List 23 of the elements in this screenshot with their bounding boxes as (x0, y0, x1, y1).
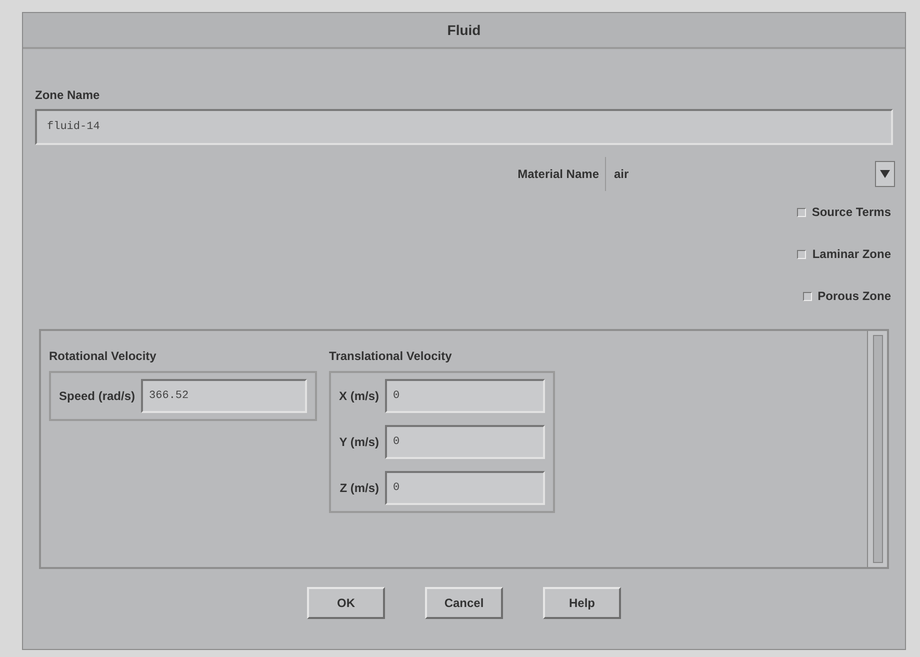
number-field[interactable]: 0 (385, 379, 546, 413)
dialog-button[interactable]: OK (307, 587, 385, 619)
option-checkbox[interactable]: Source Terms (796, 203, 891, 221)
field-label: Z (m/s) (340, 480, 380, 497)
number-field[interactable]: 0 (385, 425, 546, 459)
option-checkbox[interactable]: Porous Zone (802, 287, 891, 305)
window-title: Fluid (447, 20, 481, 40)
field-label: Speed (rad/s) (59, 388, 136, 405)
number-field[interactable]: 366.52 (141, 379, 308, 413)
scrollbar[interactable] (867, 331, 887, 567)
caret-icon (875, 161, 895, 187)
field-label: X (m/s) (339, 388, 380, 405)
field-label: Zone Name (35, 88, 100, 102)
dialog-button[interactable]: Cancel (425, 587, 503, 619)
field-label: Y (m/s) (339, 434, 380, 451)
zone-name-field[interactable]: fluid-14 (35, 109, 893, 145)
number-field[interactable]: 0 (385, 471, 546, 505)
dialog-button[interactable]: Help (543, 587, 621, 619)
field-label: Material Name (518, 166, 599, 183)
group-title: Rotational Velocity (49, 348, 158, 365)
material-dropdown[interactable]: air (605, 157, 895, 191)
group-title: Translational Velocity (329, 348, 453, 365)
option-checkbox[interactable]: Laminar Zone (797, 245, 891, 263)
